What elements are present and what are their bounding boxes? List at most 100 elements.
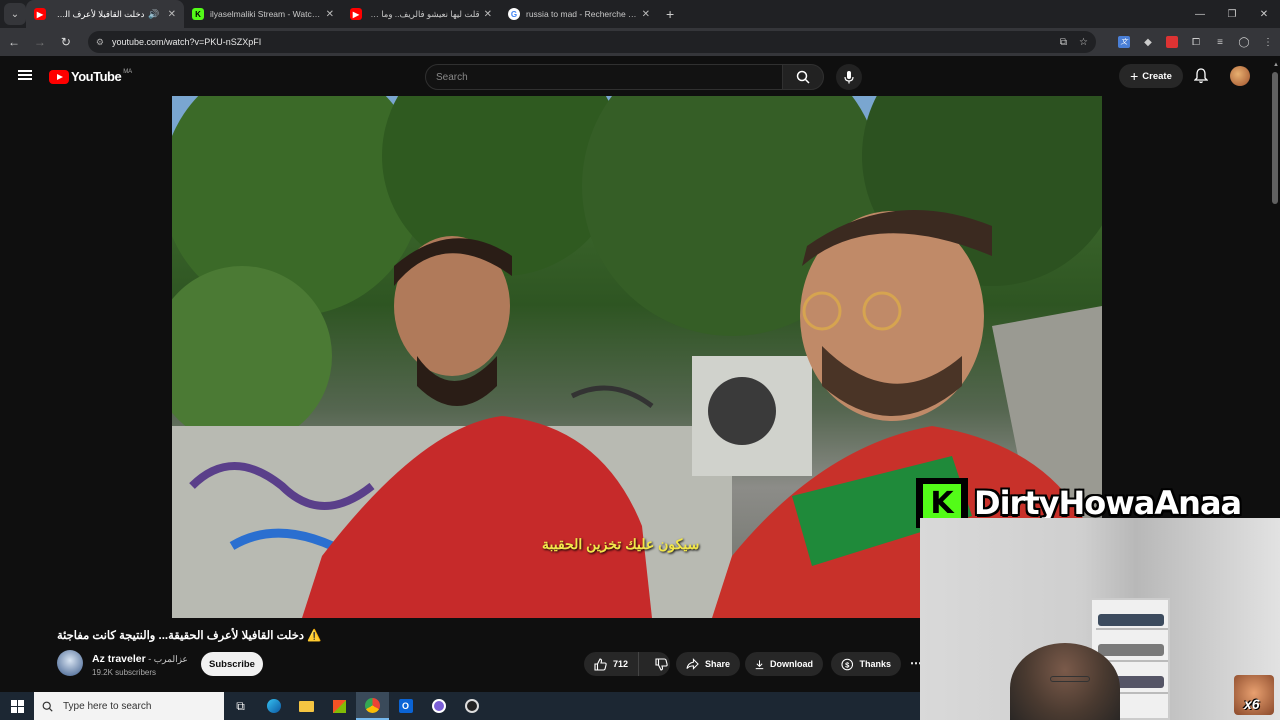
super-thanks-icon: $ [841, 658, 854, 670]
share-arrow-icon [686, 658, 699, 670]
microphone-icon [844, 71, 854, 84]
microsoft-store-icon[interactable] [323, 692, 356, 720]
share-label: Share [704, 659, 730, 669]
youtube-play-icon [49, 69, 69, 84]
tab-title: russia to mad - Recherche Google [526, 9, 638, 19]
like-button[interactable]: 712 [584, 652, 640, 676]
url-text: youtube.com/watch?v=PKU-nSZXpFI [111, 37, 262, 47]
youtube-header: YouTube MA Search + Create [0, 56, 1270, 96]
thumbs-up-icon [594, 657, 607, 671]
windows-start-button[interactable] [0, 692, 34, 720]
taskbar-search-box[interactable]: Type here to search [34, 692, 224, 720]
tab-title: قلت ليها نعيشو فالريف.. وما كنت... [368, 8, 480, 19]
youtube-icon: ▶ [34, 8, 46, 20]
like-count: 712 [613, 659, 629, 669]
close-window-icon[interactable]: ✕ [1248, 0, 1280, 28]
download-icon [755, 659, 764, 669]
speaker-icon[interactable]: 🔊 [148, 9, 159, 20]
dislike-button[interactable] [645, 652, 678, 676]
task-view-icon[interactable]: ⧉ [224, 692, 257, 720]
notifications-bell-icon[interactable] [1194, 68, 1208, 84]
tab-title: ilyaselmaliki Stream - Watch Live [210, 9, 322, 19]
new-tab-icon[interactable]: + [666, 6, 674, 22]
site-info-icon[interactable]: ⚙ [96, 37, 104, 48]
thanks-button[interactable]: $ Thanks [831, 652, 901, 676]
reload-icon[interactable]: ↻ [54, 30, 78, 54]
close-tab-icon[interactable]: ✕ [484, 9, 492, 20]
scroll-up-arrow-icon[interactable]: ▲ [1273, 62, 1279, 68]
download-label: Download [770, 659, 813, 669]
kick-letter: K [923, 484, 961, 522]
forward-icon[interactable]: → [28, 30, 52, 54]
obs-recording-icon[interactable] [455, 692, 488, 720]
subscriber-count: 19.2K subscribers [92, 668, 157, 677]
extensions-bar: 文 ◆ ⧠ ≡ ◯ ⋮ [1112, 36, 1280, 48]
streamer-glasses [1050, 676, 1090, 682]
media-control-icon[interactable]: ≡ [1208, 37, 1232, 48]
emote-count: x6 [1244, 696, 1260, 712]
video-info: ⚠️ دخلت القافيلا لأعرف الحقيقة... والنتي… [0, 618, 922, 692]
create-button[interactable]: + Create [1119, 64, 1183, 88]
screen: ⌄ ▶ دخلت القافيلا لأعرف الحقيقة... 🔊 ✕ K… [0, 0, 1280, 720]
edge-browser-icon[interactable] [257, 692, 290, 720]
video-subtitle: سيكون عليك تخزين الحقيبة [542, 536, 700, 552]
download-button[interactable]: Download [745, 652, 823, 676]
hamburger-menu-icon[interactable] [18, 70, 32, 80]
thumbs-down-icon [655, 657, 668, 671]
windows-taskbar: Type here to search ⧉ O [0, 692, 920, 720]
back-icon[interactable]: ← [2, 30, 26, 54]
red-extension-icon[interactable] [1160, 36, 1184, 48]
search-input[interactable]: Search [425, 64, 783, 90]
channel-name[interactable]: Az traveler - عزالمرب [92, 653, 188, 665]
thanks-label: Thanks [859, 659, 891, 669]
browser-tab-2[interactable]: K ilyaselmaliki Stream - Watch Live ✕ [184, 0, 342, 28]
browser-tab-4[interactable]: G russia to mad - Recherche Google ✕ [500, 0, 658, 28]
share-button[interactable]: Share [676, 652, 740, 676]
profile-icon[interactable]: ◯ [1232, 37, 1256, 48]
video-title: ⚠️ دخلت القافيلا لأعرف الحقيقة... والنتي… [57, 630, 322, 642]
browser-tab-3[interactable]: ▶ قلت ليها نعيشو فالريف.. وما كنت... ✕ [342, 0, 500, 28]
svg-text:$: $ [845, 660, 850, 669]
translate-extension-icon[interactable]: 文 [1112, 36, 1136, 48]
minimize-icon[interactable]: — [1184, 0, 1216, 28]
obs-studio-icon[interactable] [422, 692, 455, 720]
outlook-icon[interactable]: O [389, 692, 422, 720]
google-icon: G [508, 8, 520, 20]
tab-search-chevron-icon[interactable]: ⌄ [4, 3, 26, 25]
menu-kebab-icon[interactable]: ⋮ [1256, 37, 1280, 48]
file-explorer-icon[interactable] [290, 692, 323, 720]
extension-icon[interactable]: ◆ [1136, 37, 1160, 48]
channel-avatar[interactable] [57, 650, 83, 676]
channel-name-text: Az traveler [92, 653, 146, 665]
cast-icon[interactable]: ⧉ [1060, 37, 1067, 48]
youtube-logo[interactable]: YouTube MA [49, 69, 132, 84]
channel-name-arabic: - عزالمرب [145, 654, 188, 664]
voice-search-button[interactable] [836, 64, 862, 90]
browser-tab-strip: ⌄ ▶ دخلت القافيلا لأعرف الحقيقة... 🔊 ✕ K… [0, 0, 1280, 28]
scrollbar-thumb[interactable] [1272, 72, 1278, 204]
youtube-icon: ▶ [350, 8, 362, 20]
search-button[interactable] [782, 64, 824, 90]
country-code: MA [123, 68, 133, 75]
close-tab-icon[interactable]: ✕ [642, 9, 650, 20]
extensions-puzzle-icon[interactable]: ⧠ [1184, 37, 1208, 48]
taskbar-search-placeholder: Type here to search [63, 700, 152, 712]
subscribe-button[interactable]: Subscribe [201, 652, 263, 676]
browser-tab-1[interactable]: ▶ دخلت القافيلا لأعرف الحقيقة... 🔊 ✕ [26, 0, 184, 28]
plus-icon: + [1130, 68, 1139, 84]
shelf-clothes [1098, 614, 1164, 626]
window-controls: — ❐ ✕ [1184, 0, 1280, 28]
restore-icon[interactable]: ❐ [1216, 0, 1248, 28]
search-icon [42, 701, 53, 712]
like-dislike-group: 712 [584, 652, 670, 676]
windows-logo-icon [10, 699, 24, 713]
address-bar[interactable]: ⚙ youtube.com/watch?v=PKU-nSZXpFI ⧉ ☆ [87, 31, 1096, 53]
kick-icon: K [192, 8, 204, 20]
close-tab-icon[interactable]: ✕ [326, 9, 334, 20]
webcam-overlay: x6 [920, 518, 1280, 720]
shelf-clothes [1098, 644, 1164, 656]
close-tab-icon[interactable]: ✕ [168, 9, 176, 20]
chrome-icon[interactable] [356, 692, 389, 720]
bookmark-star-icon[interactable]: ☆ [1079, 37, 1088, 48]
user-avatar[interactable] [1230, 66, 1250, 86]
